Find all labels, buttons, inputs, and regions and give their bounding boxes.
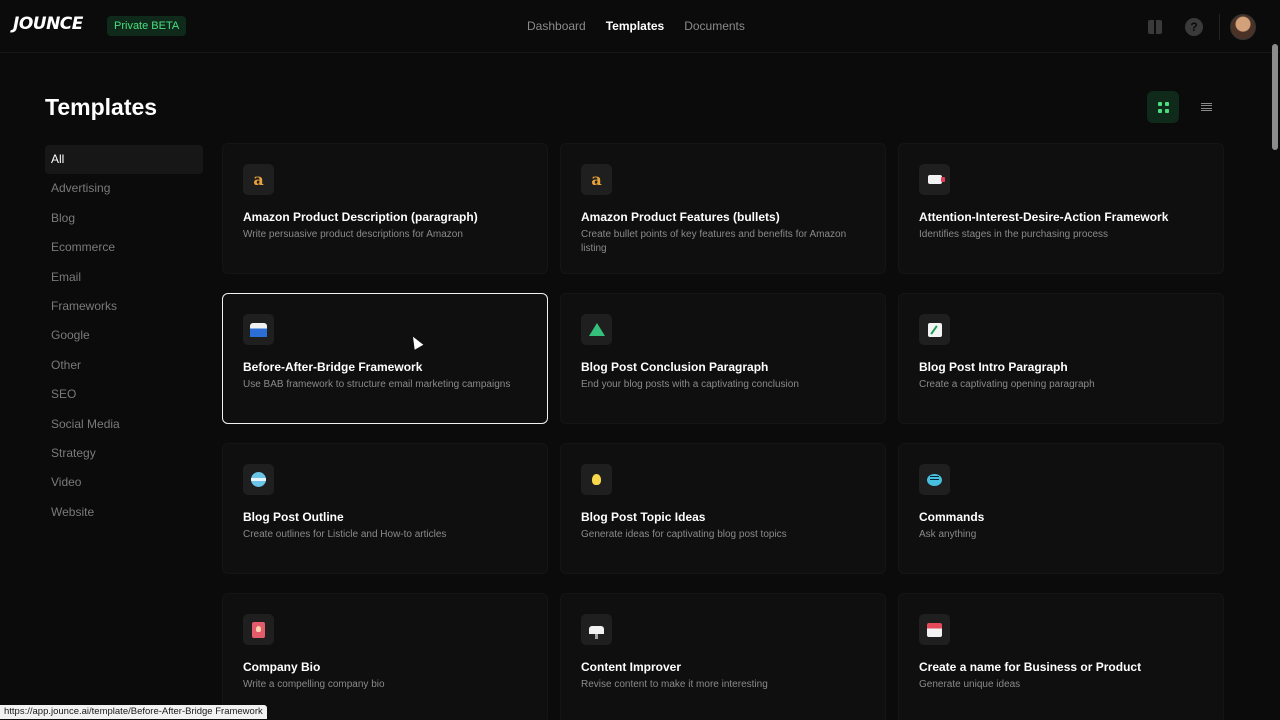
- template-title: Amazon Product Features (bullets): [581, 210, 780, 224]
- template-description: Revise content to make it more interesti…: [581, 679, 768, 690]
- template-title: Blog Post Outline: [243, 510, 344, 524]
- header-actions: ?: [1148, 14, 1256, 40]
- template-title: Company Bio: [243, 660, 321, 674]
- category-video[interactable]: Video: [45, 468, 203, 497]
- list-view-button[interactable]: [1190, 91, 1222, 123]
- template-card[interactable]: Blog Post Outline Create outlines for Li…: [222, 443, 548, 574]
- template-description: Ask anything: [919, 529, 977, 540]
- template-description: Create a captivating opening paragraph: [919, 379, 1095, 390]
- template-description: Identifies stages in the purchasing proc…: [919, 229, 1108, 240]
- status-url: https://app.jounce.ai/template/Before-Af…: [0, 705, 267, 719]
- logo[interactable]: JOUNCE: [13, 14, 83, 34]
- brush-icon: [581, 614, 612, 645]
- header-divider: [1219, 14, 1220, 40]
- notepad-icon: [919, 314, 950, 345]
- scrollbar[interactable]: [1272, 44, 1278, 150]
- template-title: Blog Post Intro Paragraph: [919, 360, 1068, 374]
- lightbulb-icon: [581, 464, 612, 495]
- amazon-icon: a: [581, 164, 612, 195]
- template-grid: a Amazon Product Description (paragraph)…: [222, 143, 1224, 720]
- category-email[interactable]: Email: [45, 263, 203, 292]
- category-sidebar: All Advertising Blog Ecommerce Email Fra…: [45, 145, 203, 527]
- template-card[interactable]: Blog Post Intro Paragraph Create a capti…: [898, 293, 1224, 424]
- avatar[interactable]: [1230, 14, 1256, 40]
- top-bar: JOUNCE Private BETA Dashboard Templates …: [0, 0, 1280, 53]
- megaphone-icon: [919, 164, 950, 195]
- template-title: Commands: [919, 510, 985, 524]
- category-strategy[interactable]: Strategy: [45, 439, 203, 468]
- template-title: Attention-Interest-Desire-Action Framewo…: [919, 210, 1169, 224]
- template-card[interactable]: Blog Post Conclusion Paragraph End your …: [560, 293, 886, 424]
- template-description: Write persuasive product descriptions fo…: [243, 229, 463, 240]
- template-card[interactable]: Blog Post Topic Ideas Generate ideas for…: [560, 443, 886, 574]
- template-card[interactable]: Content Improver Revise content to make …: [560, 593, 886, 720]
- template-card[interactable]: Attention-Interest-Desire-Action Framewo…: [898, 143, 1224, 274]
- template-description: Write a compelling company bio: [243, 679, 385, 690]
- grid-icon: [1157, 101, 1169, 113]
- category-website[interactable]: Website: [45, 498, 203, 527]
- template-card[interactable]: Create a name for Business or Product Ge…: [898, 593, 1224, 720]
- category-other[interactable]: Other: [45, 351, 203, 380]
- grid-view-button[interactable]: [1147, 91, 1179, 123]
- beta-badge: Private BETA: [107, 16, 187, 36]
- template-card[interactable]: a Amazon Product Description (paragraph)…: [222, 143, 548, 274]
- main-nav: Dashboard Templates Documents: [527, 19, 745, 33]
- nav-documents[interactable]: Documents: [684, 19, 745, 33]
- nav-dashboard[interactable]: Dashboard: [527, 19, 586, 33]
- amazon-icon: a: [243, 164, 274, 195]
- template-card-selected[interactable]: Before-After-Bridge Framework Use BAB fr…: [222, 293, 548, 424]
- category-ecommerce[interactable]: Ecommerce: [45, 233, 203, 262]
- globe-icon: [243, 464, 274, 495]
- speech-bubble-icon: [919, 464, 950, 495]
- template-title: Content Improver: [581, 660, 682, 674]
- template-description: Create outlines for Listicle and How-to …: [243, 529, 447, 540]
- category-blog[interactable]: Blog: [45, 204, 203, 233]
- template-description: Generate unique ideas: [919, 679, 1021, 690]
- list-icon: [1200, 102, 1212, 112]
- template-title: Before-After-Bridge Framework: [243, 360, 423, 374]
- template-title: Amazon Product Description (paragraph): [243, 210, 478, 224]
- template-description: Generate ideas for captivating blog post…: [581, 529, 787, 540]
- template-title: Blog Post Topic Ideas: [581, 510, 706, 524]
- category-frameworks[interactable]: Frameworks: [45, 292, 203, 321]
- category-advertising[interactable]: Advertising: [45, 174, 203, 203]
- template-description: Create bullet points of key features and…: [581, 229, 847, 254]
- template-card[interactable]: Commands Ask anything: [898, 443, 1224, 574]
- gift-icon[interactable]: [1148, 20, 1162, 34]
- template-description: Use BAB framework to structure email mar…: [243, 379, 511, 390]
- view-toggle: [1147, 91, 1222, 123]
- id-badge-icon: [243, 614, 274, 645]
- template-description: End your blog posts with a captivating c…: [581, 379, 799, 390]
- category-seo[interactable]: SEO: [45, 380, 203, 409]
- template-title: Create a name for Business or Product: [919, 660, 1142, 674]
- page-title: Templates: [45, 94, 158, 120]
- category-social-media[interactable]: Social Media: [45, 410, 203, 439]
- template-card[interactable]: Company Bio Write a compelling company b…: [222, 593, 548, 720]
- nav-templates[interactable]: Templates: [606, 19, 664, 33]
- template-card[interactable]: a Amazon Product Features (bullets) Crea…: [560, 143, 886, 274]
- category-all[interactable]: All: [45, 145, 203, 175]
- help-icon[interactable]: ?: [1185, 18, 1203, 36]
- category-google[interactable]: Google: [45, 321, 203, 350]
- mountain-flag-icon: [581, 314, 612, 345]
- bridge-icon: [243, 314, 274, 345]
- template-title: Blog Post Conclusion Paragraph: [581, 360, 769, 374]
- shop-icon: [919, 614, 950, 645]
